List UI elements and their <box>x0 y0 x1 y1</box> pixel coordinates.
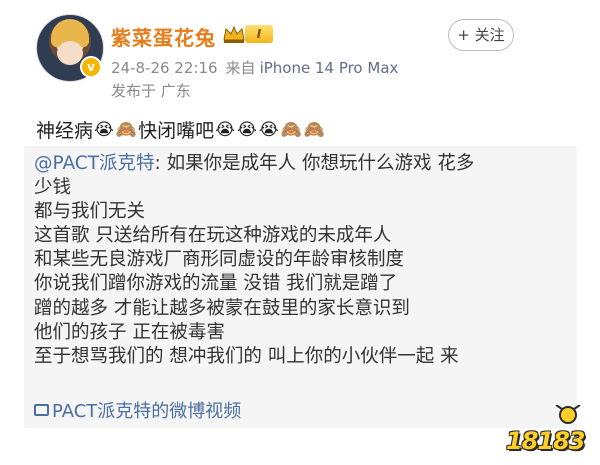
repost-line: 少钱 <box>34 177 72 199</box>
level-badge: I <box>245 25 273 43</box>
watermark-text: 18183 <box>506 427 585 455</box>
crown-icon <box>223 25 245 43</box>
post-text: 神经病 😭 🙈 快闭嘴吧 😭 😭 😭 🙈 🙈 <box>36 116 326 143</box>
reposted-content[interactable]: @PACT派克特: 如果你是成年人 你想玩什么游戏 花多 少钱 都与我们无关 这… <box>24 146 577 428</box>
repost-line: 这首歌 只送给所有在玩这种游戏的未成年人 <box>34 225 392 247</box>
repost-line-text: : 如果你是成年人 你想玩什么游戏 花多 <box>154 153 475 174</box>
watermark-logo: 18183 <box>506 405 592 459</box>
repost-line: 蹭的越多 才能让越多被蒙在鼓里的家长意识到 <box>34 297 410 319</box>
follow-button[interactable]: + 关注 <box>448 19 514 51</box>
username[interactable]: 紫菜蛋花兔 <box>111 22 216 51</box>
monkey-emoji-icon: 🙈 <box>303 119 326 140</box>
video-link-label[interactable]: PACT派克特的微博视频 <box>52 397 241 423</box>
video-link[interactable]: PACT派克特的微博视频 <box>34 397 241 423</box>
repost-line: 你说我们蹭你游戏的流量 没错 我们就是蹭了 <box>34 273 398 295</box>
cry-emoji-icon: 😭 <box>236 119 257 140</box>
cry-emoji-icon: 😭 <box>215 119 235 140</box>
timestamp: 24-8-26 22:16 <box>111 59 218 77</box>
post-text-part2: 快闭嘴吧 <box>138 120 215 142</box>
post-meta: 24-8-26 22:16 来自 iPhone 14 Pro Max <box>111 57 406 78</box>
post-text-part1: 神经病 <box>36 120 94 142</box>
repost-text: @PACT派克特: 如果你是成年人 你想玩什么游戏 花多 少钱 都与我们无关 这… <box>34 152 567 369</box>
repost-line: 和某些无良游戏厂商形同虚设的年龄审核制度 <box>34 249 405 271</box>
verified-badge-icon: v <box>80 56 102 78</box>
repost-line: 他们的孩子 正在被毒害 <box>34 321 225 343</box>
cry-emoji-icon: 😭 <box>94 119 114 140</box>
mention-link[interactable]: @PACT派克特 <box>34 153 155 174</box>
monkey-emoji-icon: 🙈 <box>115 119 138 140</box>
repost-line: 至于想骂我们的 想冲我们的 叫上你的小伙伴一起 来 <box>34 345 459 367</box>
source-prefix: 来自 <box>225 59 256 77</box>
device-link[interactable]: iPhone 14 Pro Max <box>260 59 399 77</box>
monkey-emoji-icon: 🙈 <box>280 119 302 140</box>
video-icon <box>34 404 49 416</box>
repost-line: 都与我们无关 <box>34 201 146 223</box>
cry-emoji-icon: 😭 <box>258 119 279 140</box>
avatar-face <box>57 41 83 65</box>
post-location: 发布于 广东 <box>111 82 191 100</box>
repost-line: @PACT派克特: 如果你是成年人 你想玩什么游戏 花多 <box>34 152 567 176</box>
